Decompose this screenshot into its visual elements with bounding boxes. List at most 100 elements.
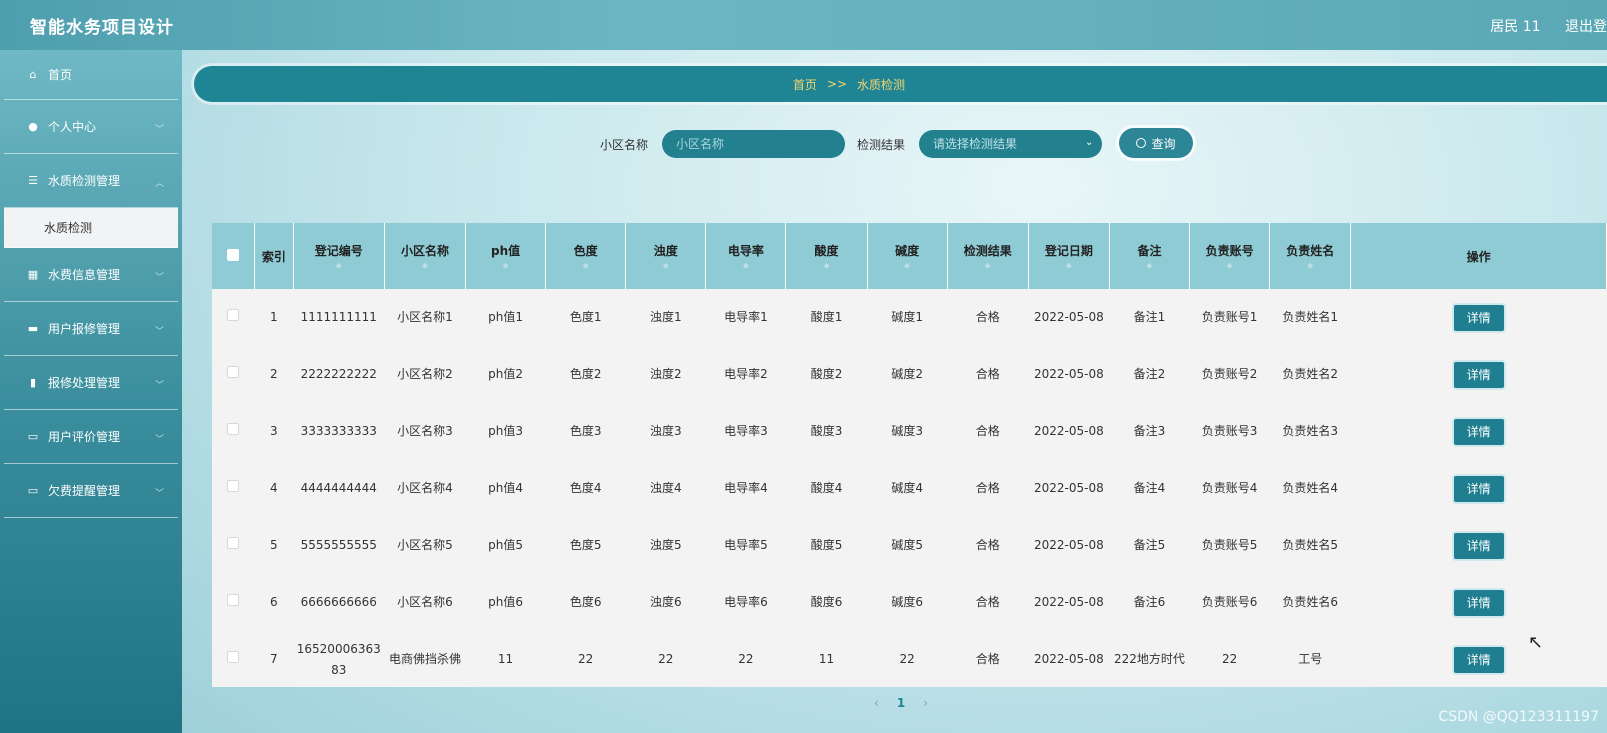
table-cell: ph值1 <box>488 310 523 324</box>
table-cell: 色度2 <box>569 367 602 381</box>
row-checkbox[interactable] <box>227 423 240 435</box>
header-name[interactable]: 负责姓名 ◆ <box>1269 223 1352 289</box>
chevron-down-icon: ﹀ <box>154 273 164 283</box>
detail-button[interactable]: 详情 <box>1453 418 1504 445</box>
table-cell: 碱度1 <box>891 310 923 324</box>
header-result[interactable]: 检测结果 ◆ <box>947 223 1029 289</box>
sort-icon[interactable]: ◆ <box>1190 261 1269 270</box>
detail-button[interactable]: 详情 <box>1453 361 1504 388</box>
header-ph[interactable]: ph值 ◆ <box>465 223 547 289</box>
row-select-cell[interactable] <box>212 289 255 346</box>
sort-icon[interactable]: ◆ <box>626 261 705 270</box>
row-select-cell[interactable] <box>212 403 255 460</box>
detail-button[interactable]: 详情 <box>1453 646 1504 673</box>
row-checkbox[interactable] <box>227 537 240 549</box>
sidebar-item-arrears-reminder[interactable]: ▭ 欠费提醒管理 ﹀ <box>4 464 178 518</box>
row-actions-cell: 详情 <box>1351 460 1607 517</box>
next-page-button[interactable]: › <box>923 696 928 710</box>
table-cell: 合格 <box>975 481 1000 495</box>
table-cell: 2022-05-08 <box>1034 367 1104 381</box>
header-acidity[interactable]: 酸度 ◆ <box>785 223 868 289</box>
mouse-cursor-icon: ↖ <box>1528 632 1544 653</box>
sidebar-item-water-fee[interactable]: ▦ 水费信息管理 ﹀ <box>4 248 178 302</box>
header-chroma[interactable]: 色度 ◆ <box>545 223 627 289</box>
app-title: 智能水务项目设计 <box>30 18 174 38</box>
header-community[interactable]: 小区名称 ◆ <box>384 223 467 289</box>
table-cell: 5555555555 <box>300 538 377 552</box>
detail-button[interactable]: 详情 <box>1453 304 1504 331</box>
select-all-checkbox[interactable] <box>227 248 240 261</box>
table-row: 5 5555555555 小区名称5 ph值5 色度5 浊度5 电导率5 酸度5 碱度5 合格 20… <box>212 517 1607 574</box>
header-account[interactable]: 负责账号 ◆ <box>1189 223 1271 289</box>
table-cell: 负责姓名3 <box>1282 424 1339 438</box>
detail-button[interactable]: 详情 <box>1453 475 1504 502</box>
top-bar: 智能水务项目设计 居民 11 退出登 <box>0 0 1607 50</box>
row-select-cell[interactable] <box>212 346 255 403</box>
sort-icon[interactable]: ◆ <box>948 261 1028 270</box>
row-checkbox[interactable] <box>227 480 240 492</box>
row-select-cell[interactable] <box>212 517 255 574</box>
table-cell: 负责姓名1 <box>1282 310 1339 324</box>
table-cell: 碱度5 <box>891 538 923 552</box>
user-name[interactable]: 居民 11 <box>1490 19 1540 35</box>
table-cell: 小区名称5 <box>397 538 453 552</box>
table-cell: 负责账号6 <box>1201 595 1258 609</box>
logout-link[interactable]: 退出登 <box>1565 19 1607 35</box>
query-button[interactable]: 查询 <box>1119 128 1193 158</box>
sort-icon[interactable]: ◆ <box>786 261 866 270</box>
community-search-input[interactable] <box>662 130 845 158</box>
page-number-current[interactable]: 1 <box>897 696 905 710</box>
sidebar-item-water-quality[interactable]: ☰ 水质检测管理 ︿ <box>4 154 178 208</box>
table-cell: 浊度4 <box>649 481 682 495</box>
header-turbidity[interactable]: 浊度 ◆ <box>625 223 707 289</box>
sort-icon[interactable]: ◆ <box>1110 261 1189 270</box>
sidebar-item-label: 水质检测管理 <box>48 174 121 188</box>
sort-icon[interactable]: ◆ <box>706 261 785 270</box>
header-reg-date[interactable]: 登记日期 ◆ <box>1028 223 1110 289</box>
row-checkbox[interactable] <box>227 309 240 321</box>
search-icon <box>1136 138 1147 148</box>
search-bar: 小区名称 检测结果 请选择检测结果 ⌄ 查询 <box>182 128 1607 158</box>
sort-icon[interactable]: ◆ <box>1270 261 1350 270</box>
sort-icon[interactable]: ◆ <box>385 261 465 270</box>
sidebar-item-label: 报修处理管理 <box>48 376 121 390</box>
row-select-cell[interactable] <box>212 631 255 688</box>
sort-icon[interactable]: ◆ <box>1029 261 1109 270</box>
table-cell: 2022-05-08 <box>1034 538 1104 552</box>
header-alkalinity[interactable]: 碱度 ◆ <box>867 223 948 289</box>
row-checkbox[interactable] <box>227 366 240 378</box>
table-cell: 碱度6 <box>891 595 923 609</box>
row-checkbox[interactable] <box>227 651 240 663</box>
table-cell: ph值3 <box>488 424 523 438</box>
sidebar-subitem-water-quality-test[interactable]: 水质检测 <box>4 208 178 248</box>
breadcrumb-home[interactable]: 首页 <box>793 76 817 93</box>
header-remark[interactable]: 备注 ◆ <box>1109 223 1191 289</box>
sidebar-item-repair-handling[interactable]: ▮ 报修处理管理 ﹀ <box>4 356 178 410</box>
result-select[interactable]: 请选择检测结果 <box>919 130 1102 158</box>
row-select-cell[interactable] <box>212 460 255 517</box>
sort-icon[interactable]: ◆ <box>868 261 947 270</box>
sidebar-item-user-review[interactable]: ▭ 用户评价管理 ﹀ <box>4 410 178 464</box>
chevron-down-icon: ﹀ <box>154 489 164 499</box>
sort-icon[interactable]: ◆ <box>294 261 384 270</box>
table-cell: ph值2 <box>488 367 523 381</box>
table-cell: 22 <box>1221 652 1238 666</box>
detail-button[interactable]: 详情 <box>1453 532 1504 559</box>
sidebar-item-home[interactable]: ⌂ 首页 <box>4 50 178 100</box>
sidebar-item-personal-center[interactable]: ● 个人中心 ﹀ <box>4 100 178 154</box>
table-cell: 酸度5 <box>810 538 843 552</box>
row-checkbox[interactable] <box>227 594 240 606</box>
prev-page-button[interactable]: ‹ <box>874 696 879 710</box>
row-select-cell[interactable] <box>212 574 255 631</box>
header-conductivity[interactable]: 电导率 ◆ <box>705 223 787 289</box>
chevron-down-icon: ﹀ <box>154 327 164 337</box>
table-cell: 浊度3 <box>649 424 682 438</box>
sort-icon[interactable]: ◆ <box>546 261 625 270</box>
select-all-cell[interactable] <box>212 223 256 289</box>
sort-icon[interactable]: ◆ <box>466 261 545 270</box>
header-reg-no[interactable]: 登记编号 ◆ <box>293 223 385 289</box>
table-cell: 3 <box>270 424 278 438</box>
table-row: 6 6666666666 小区名称6 ph值6 色度6 浊度6 电导率6 酸度6 碱度6 合格 20… <box>212 574 1607 631</box>
detail-button[interactable]: 详情 <box>1453 589 1504 616</box>
sidebar-item-repair-request[interactable]: ▬ 用户报修管理 ﹀ <box>4 302 178 356</box>
